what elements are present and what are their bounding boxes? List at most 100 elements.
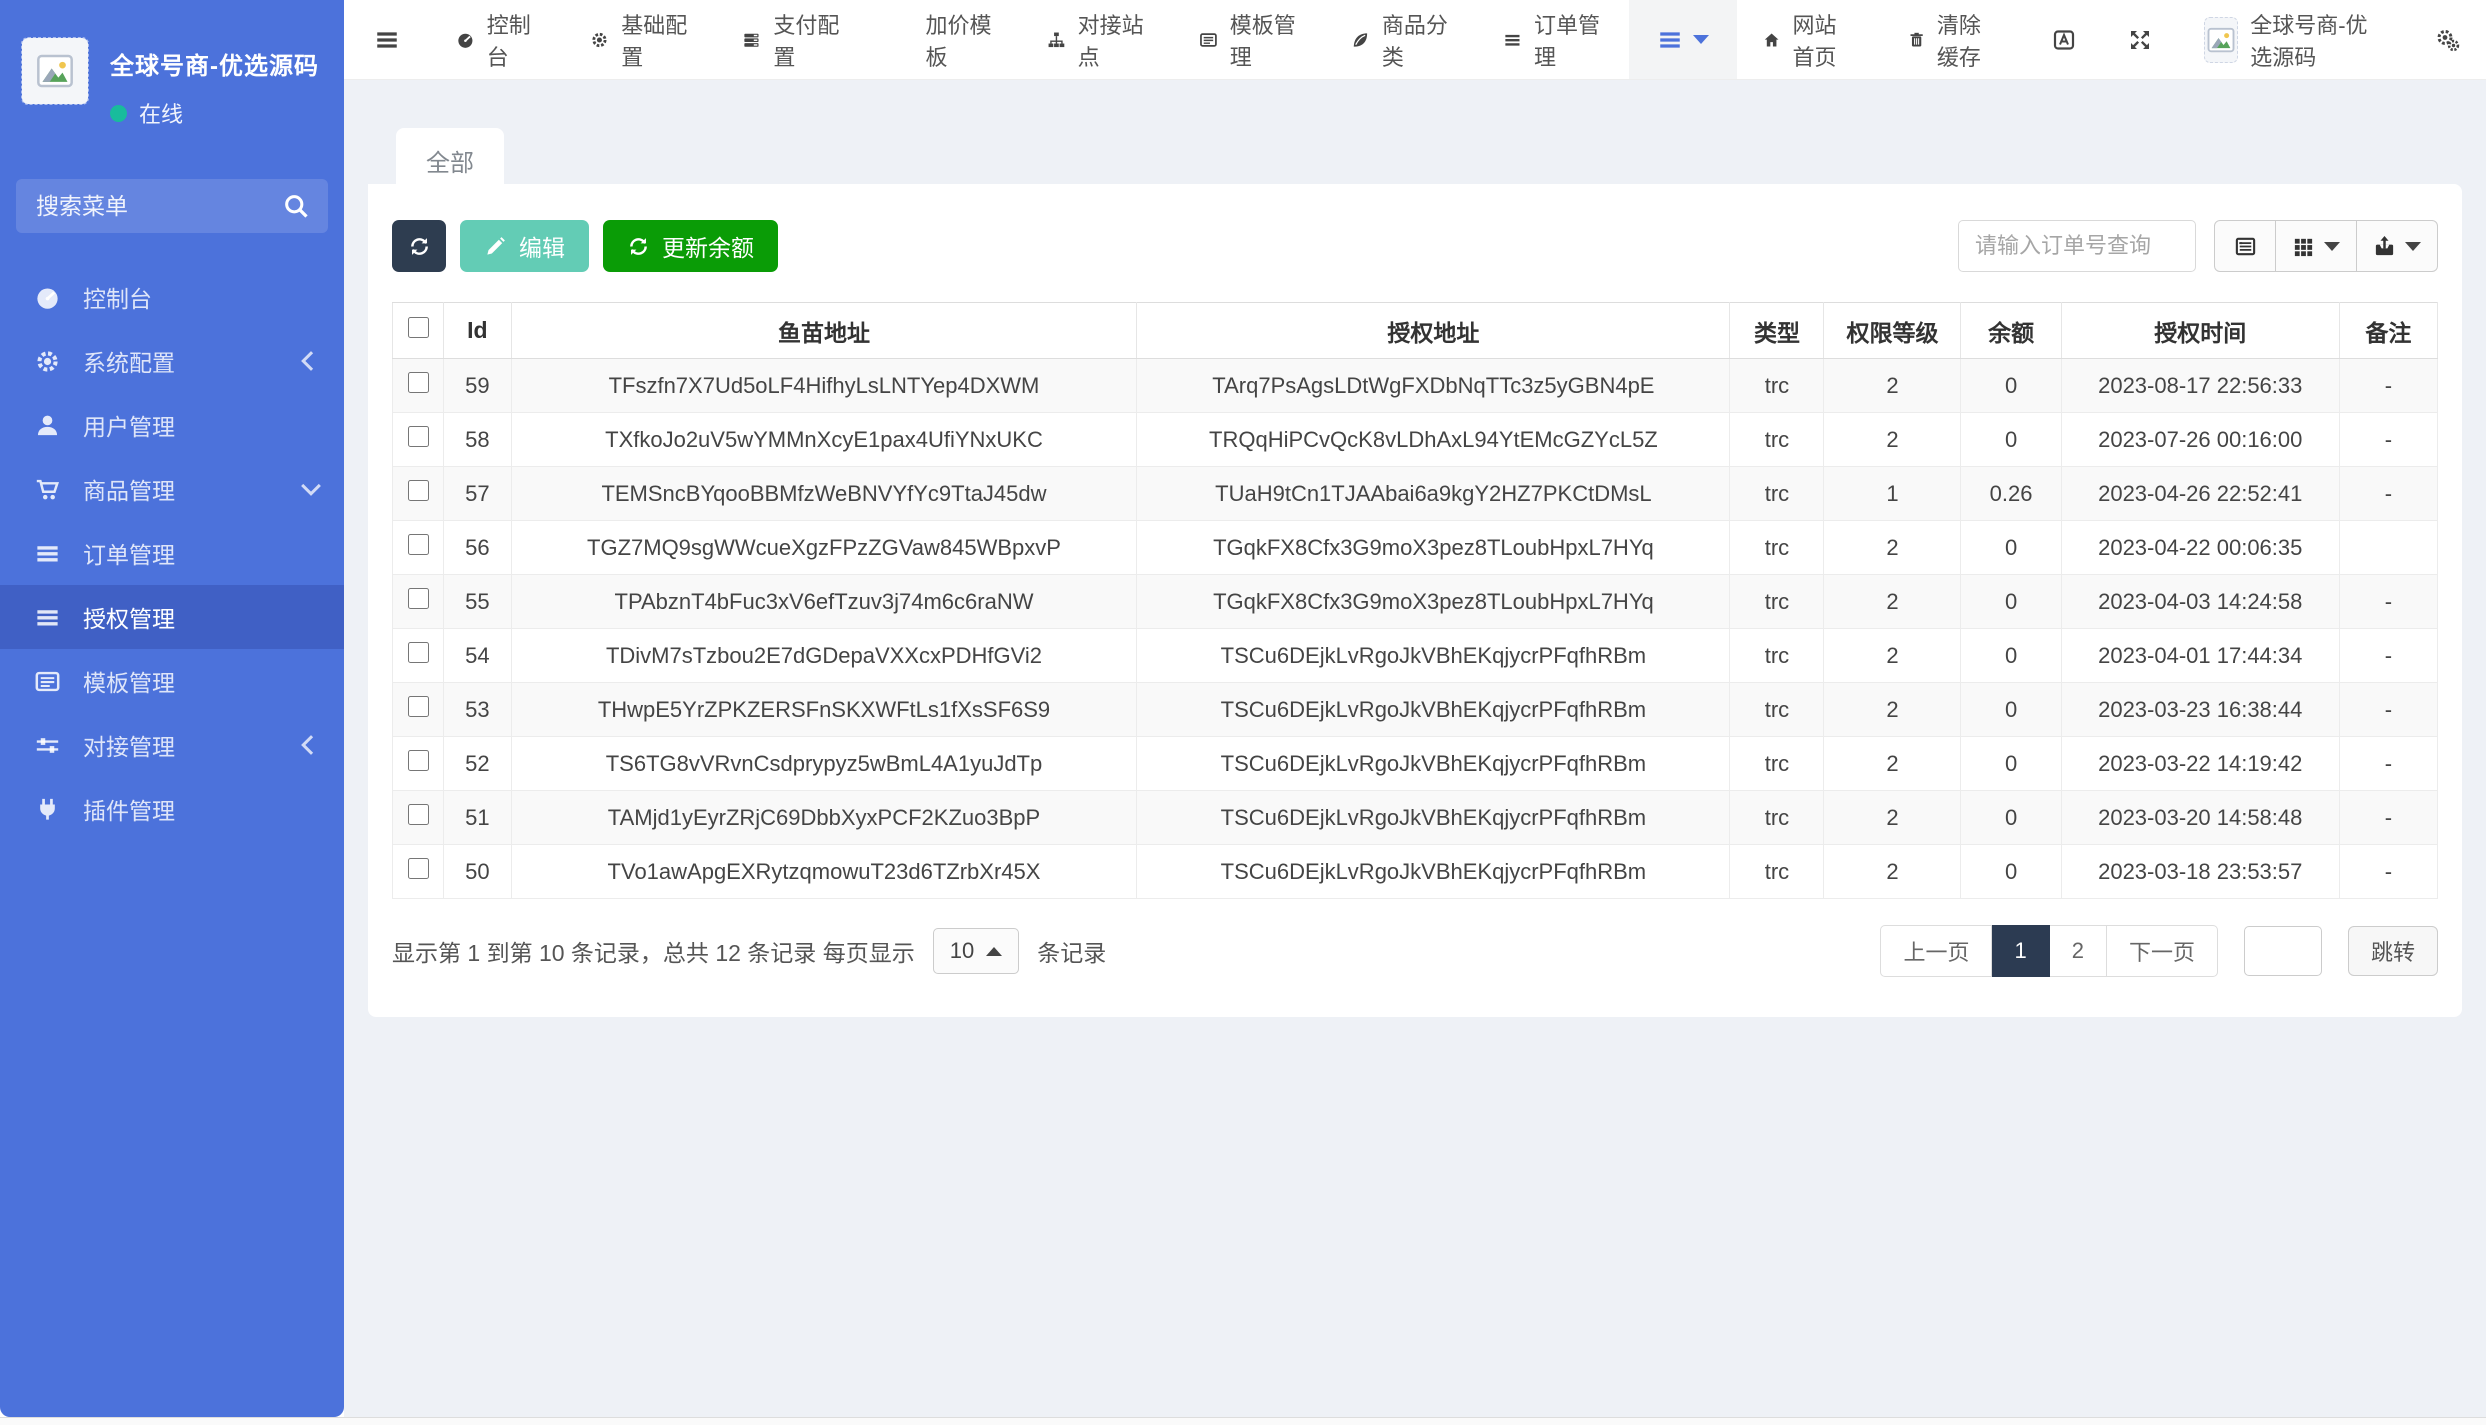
columns-button[interactable] [2276, 220, 2357, 272]
cell-auth-address: TSCu6DEjkLvRgoJkVBhEKqjycrPFqfhRBm [1137, 737, 1730, 791]
online-status-label: 在线 [139, 97, 183, 129]
page-button-1[interactable]: 1 [1992, 925, 2049, 977]
cell-id: 55 [444, 575, 511, 629]
site-home-link[interactable]: 网站首页 [1737, 0, 1881, 79]
sidebar-toggle-button[interactable] [344, 0, 430, 79]
row-checkbox[interactable] [408, 750, 429, 771]
search-icon[interactable] [282, 192, 310, 220]
cell-auth-address: TSCu6DEjkLvRgoJkVBhEKqjycrPFqfhRBm [1137, 845, 1730, 899]
next-page-button[interactable]: 下一页 [2107, 925, 2218, 977]
cell-auth-address: TUaH9tCn1TJAAbai6a9kgY2HZ7PKCtDMsL [1137, 467, 1730, 521]
tabs-row: 全部 [368, 80, 2462, 184]
select-all-checkbox[interactable] [408, 317, 429, 338]
sidebar-item-template-6[interactable]: 模板管理 [0, 649, 344, 713]
jump-button[interactable]: 跳转 [2348, 926, 2438, 976]
row-checkbox[interactable] [408, 642, 429, 663]
export-button[interactable] [2357, 220, 2438, 272]
row-checkbox[interactable] [408, 372, 429, 393]
sidebar-item-list-5[interactable]: 授权管理 [0, 585, 344, 649]
cell-type: trc [1730, 413, 1824, 467]
sidebar-item-gear-1[interactable]: 系统配置 [0, 329, 344, 393]
online-dot-icon [110, 105, 127, 122]
clear-cache-link[interactable]: 清除缓存 [1882, 0, 2026, 79]
settings-button[interactable] [2410, 0, 2486, 79]
sidebar-item-dashboard-0[interactable]: 控制台 [0, 265, 344, 329]
navbar-link-4[interactable]: 对接站点 [1021, 0, 1173, 79]
navbar-link-6[interactable]: 商品分类 [1325, 0, 1477, 79]
cell-remark: - [2339, 737, 2437, 791]
cogs-icon [2436, 28, 2460, 52]
caret-down-icon [2324, 242, 2340, 251]
row-checkbox[interactable] [408, 858, 429, 879]
sidebar: 全球号商-优选源码 在线 控制台 系统配置 用户管理 商品管 [0, 0, 344, 1417]
page-button-2[interactable]: 2 [2050, 925, 2107, 977]
row-checkbox[interactable] [408, 696, 429, 717]
cell-id: 52 [444, 737, 511, 791]
row-checkbox[interactable] [408, 534, 429, 555]
avatar[interactable] [22, 38, 88, 104]
table-row: 50 TVo1awApgEXRytzqmowuT23d6TZrbXr45X TS… [393, 845, 2438, 899]
update-balance-button[interactable]: 更新余额 [603, 220, 778, 272]
sidebar-item-sliders-7[interactable]: 对接管理 [0, 713, 344, 777]
table-toolbar: 编辑 更新余额 [392, 220, 2438, 272]
cell-balance: 0 [1961, 413, 2061, 467]
column-header[interactable]: 备注 [2339, 303, 2437, 359]
navbar-link-7[interactable]: 订单管理 [1477, 0, 1629, 79]
sidebar-item-user-2[interactable]: 用户管理 [0, 393, 344, 457]
sidebar-item-list-4[interactable]: 订单管理 [0, 521, 344, 585]
refresh-button[interactable] [392, 220, 446, 272]
column-header[interactable]: 余额 [1961, 303, 2061, 359]
menu-list-icon [1657, 27, 1683, 53]
column-header[interactable]: 权限等级 [1824, 303, 1961, 359]
jump-page-input[interactable] [2244, 926, 2322, 976]
online-status: 在线 [110, 97, 319, 129]
navbar-link-icon [1047, 28, 1066, 52]
row-checkbox[interactable] [408, 804, 429, 825]
cell-auth-time: 2023-03-23 16:38:44 [2061, 683, 2339, 737]
select-all-cell [393, 303, 444, 359]
account-menu[interactable]: 全球号商-优选源码 [2178, 0, 2410, 79]
tab-all[interactable]: 全部 [396, 128, 504, 195]
pencil-icon [484, 235, 507, 258]
cell-balance: 0.26 [1961, 467, 2061, 521]
fullscreen-button[interactable] [2102, 0, 2178, 79]
page-size-dropdown[interactable]: 10 [933, 928, 1019, 974]
sidebar-item-plug-8[interactable]: 插件管理 [0, 777, 344, 841]
table-row: 53 THwpE5YrZPKZERSFnSKXWFtLs1fXsSF6S9 TS… [393, 683, 2438, 737]
cell-type: trc [1730, 791, 1824, 845]
more-menus-dropdown[interactable] [1629, 0, 1737, 79]
home-icon [1763, 28, 1780, 52]
column-header[interactable]: 类型 [1730, 303, 1824, 359]
detail-view-button[interactable] [2214, 220, 2276, 272]
page-size-value: 10 [950, 938, 974, 964]
navbar-link-3[interactable]: 加价模板 [869, 0, 1021, 79]
row-checkbox[interactable] [408, 480, 429, 501]
sidebar-item-icon [34, 604, 61, 631]
hamburger-icon [374, 27, 400, 53]
caret-down-icon [1693, 35, 1709, 44]
column-header[interactable]: 鱼苗地址 [511, 303, 1137, 359]
column-header[interactable]: 授权地址 [1137, 303, 1730, 359]
navbar-link-5[interactable]: 模板管理 [1173, 0, 1325, 79]
cell-level: 2 [1824, 845, 1961, 899]
cell-balance: 0 [1961, 521, 2061, 575]
row-checkbox[interactable] [408, 426, 429, 447]
column-header[interactable]: 授权时间 [2061, 303, 2339, 359]
cell-type: trc [1730, 359, 1824, 413]
caret-down-icon [2405, 242, 2421, 251]
edit-button[interactable]: 编辑 [460, 220, 589, 272]
row-checkbox[interactable] [408, 588, 429, 609]
pagination: 上一页 12下一页 [1880, 925, 2218, 977]
navbar-link-0[interactable]: 控制台 [430, 0, 564, 79]
table-row: 55 TPAbznT4bFuc3xV6efTzuv3j74m6c6raNW TG… [393, 575, 2438, 629]
prev-page-button[interactable]: 上一页 [1880, 925, 1992, 977]
navbar-link-1[interactable]: 基础配置 [564, 0, 716, 79]
order-search-input[interactable] [1958, 220, 2196, 272]
table-row: 59 TFszfn7X7Ud5oLF4HifhyLsLNTYep4DXWM TA… [393, 359, 2438, 413]
sidebar-item-cart-3[interactable]: 商品管理 [0, 457, 344, 521]
cell-id: 57 [444, 467, 511, 521]
cell-auth-time: 2023-07-26 00:16:00 [2061, 413, 2339, 467]
column-header[interactable]: Id [444, 303, 511, 359]
language-button[interactable] [2026, 0, 2102, 79]
navbar-link-2[interactable]: 支付配置 [716, 0, 868, 79]
